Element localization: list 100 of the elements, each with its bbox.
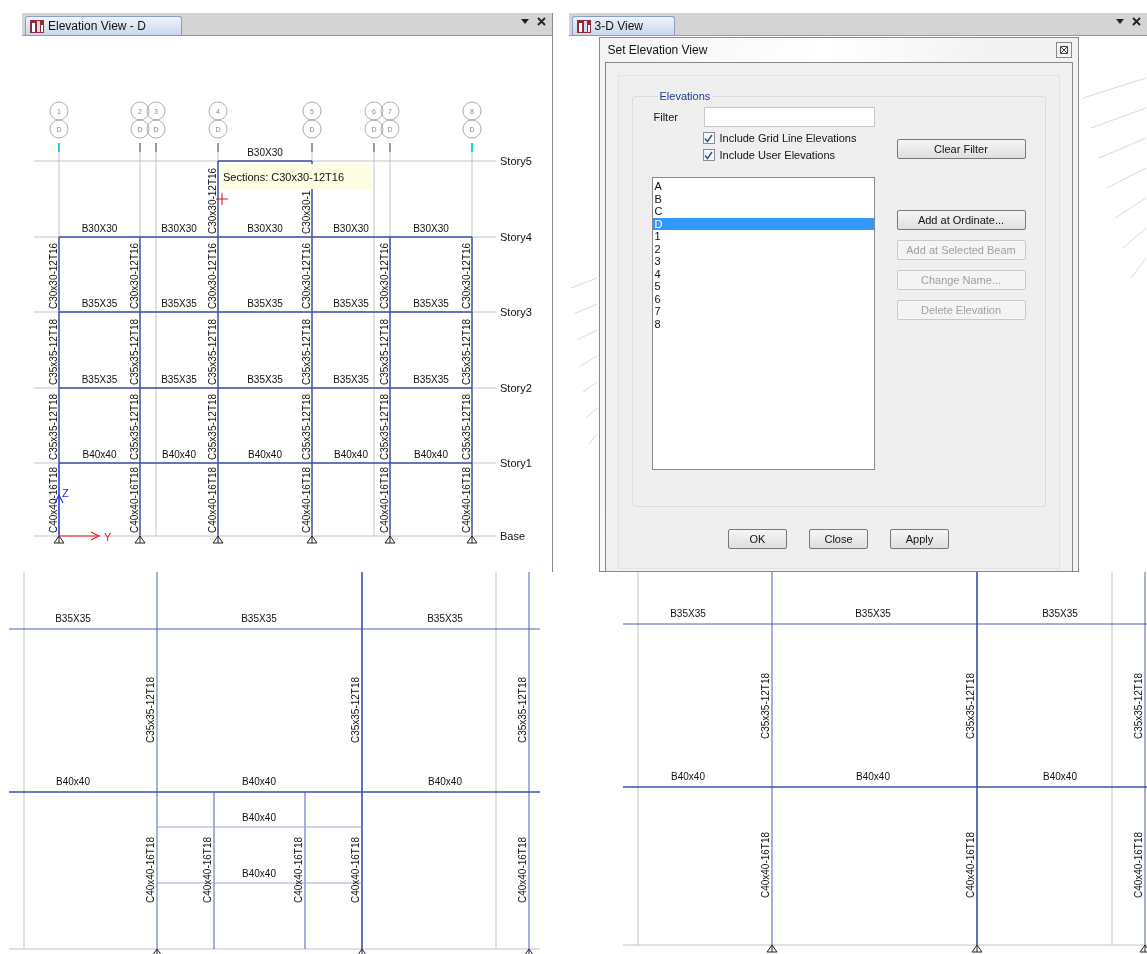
beam-label: B35X35	[670, 608, 706, 619]
list-item[interactable]: 5	[652, 280, 874, 293]
column-label: C35x35-12T18	[301, 318, 312, 385]
beam-label: B35X35	[413, 298, 449, 309]
beam-label: B35X35	[247, 298, 283, 309]
column-label: C35x35-12T18	[379, 318, 390, 385]
beam-label: B35X35	[81, 298, 118, 309]
dialog-button[interactable]: OK	[728, 529, 787, 549]
beam-label: B35X35	[241, 613, 277, 624]
beam-label: B30X30	[247, 223, 283, 234]
close-button[interactable]	[1055, 42, 1072, 58]
dialog-button[interactable]: Close	[809, 529, 868, 549]
beam-label: B35X35	[413, 374, 449, 385]
filter-field[interactable]	[703, 107, 875, 127]
column-label: C30x30-12T16	[207, 242, 218, 309]
list-item[interactable]: 6	[652, 292, 874, 305]
column-label: C30x30-12T16	[48, 242, 59, 309]
building-icon	[576, 19, 591, 33]
close-icon	[1059, 46, 1068, 54]
beam-label: B35X35	[427, 613, 463, 624]
beam-label: B30X30	[413, 223, 449, 234]
building-icon	[30, 19, 44, 33]
story-label: Story2	[500, 382, 532, 394]
close-icon[interactable]	[1132, 17, 1141, 26]
beam-label: B40x40	[242, 776, 276, 787]
dialog-button[interactable]: Apply	[890, 529, 949, 549]
list-item[interactable]: 1	[652, 230, 874, 243]
column-label: C40x40-16T18	[517, 836, 528, 904]
checkbox[interactable]	[702, 149, 715, 161]
column-label: C35x35-12T18	[48, 393, 59, 460]
caret-icon[interactable]	[520, 19, 529, 24]
checkbox-label[interactable]: Include User Elevations	[719, 149, 836, 161]
beam-label: B40x40	[82, 449, 117, 460]
beam-label: B40x40	[242, 812, 276, 823]
column-label: C40x40-16T18	[293, 836, 304, 904]
story-label: Base	[500, 530, 526, 542]
beam-label: B40x40	[671, 771, 705, 782]
column-label: C30x30-12T16	[461, 242, 472, 309]
filter-label: Filter	[652, 111, 679, 123]
column-label: C35x35-12T18	[760, 672, 771, 740]
column-label: C35x35-12T18	[379, 393, 390, 460]
crosshair-icon	[215, 192, 229, 206]
column-label: C35x35-12T18	[145, 676, 156, 744]
column-label: C40x40-16T18	[379, 466, 390, 533]
close-icon[interactable]	[536, 17, 546, 26]
tooltip-text: Sections: C30x30-12T16	[223, 171, 345, 183]
list-item[interactable]: 3	[652, 255, 874, 268]
column-label: C35x35-12T18	[48, 318, 59, 385]
beam-label: B40x40	[334, 449, 368, 460]
column-label: C35x35-12T18	[461, 318, 472, 385]
checkbox[interactable]	[702, 132, 715, 144]
story-label: Story1	[500, 457, 532, 469]
beam-label: B35X35	[55, 613, 91, 624]
column-label: C40x40-16T18	[207, 466, 218, 533]
clear-filter-button[interactable]: Clear Filter	[896, 139, 1026, 159]
beam-label: B35X35	[333, 374, 369, 385]
caret-icon[interactable]	[1116, 19, 1124, 24]
list-item[interactable]: 8	[652, 317, 874, 330]
list-item[interactable]: 7	[652, 305, 874, 318]
list-item[interactable]: C	[652, 205, 874, 218]
column-label: C35x35-12T18	[461, 393, 472, 460]
beam-label: B35X35	[161, 374, 197, 385]
beam-label: B40x40	[248, 449, 282, 460]
column-label: C30x30-12T16	[129, 242, 140, 309]
story-label: Story4	[500, 231, 532, 243]
support-icon	[466, 535, 478, 544]
list-item[interactable]: B	[652, 192, 874, 205]
beam-label: B40x40	[242, 868, 276, 879]
action-button[interactable]: Add at Ordinate...	[896, 210, 1026, 230]
support-icon	[384, 535, 396, 544]
column-label: C35x35-12T18	[517, 676, 528, 744]
story-label: Story5	[500, 155, 532, 167]
beam-label: B40x40	[414, 449, 448, 460]
list-item[interactable]: A	[652, 180, 874, 193]
axis-label: Y	[104, 531, 112, 543]
y-axis-arrow	[58, 531, 101, 541]
support-icon	[971, 944, 983, 953]
support-icon	[53, 535, 65, 544]
column-label: C40x40-16T18	[461, 466, 472, 533]
column-label: C30x30-1	[301, 190, 312, 234]
support-icon	[134, 535, 146, 544]
beam-label: B40x40	[162, 449, 196, 460]
checkbox-label[interactable]: Include Grid Line Elevations	[719, 132, 857, 144]
support-icon	[766, 944, 778, 953]
beam-label: B30X30	[81, 223, 118, 234]
column-label: C35x35-12T18	[207, 318, 218, 385]
list-item[interactable]: 4	[652, 267, 874, 280]
support-icon	[212, 535, 224, 544]
beam-label: B35X35	[81, 374, 118, 385]
support-icon	[306, 535, 318, 544]
column-label: C40x40-16T18	[1133, 831, 1144, 899]
beam-label: B35X35	[855, 608, 891, 619]
list-item[interactable]: 2	[652, 242, 874, 255]
column-label: C35x35-12T18	[129, 393, 140, 460]
column-label: C40x40-16T18	[48, 466, 59, 533]
column-label: C40x40-16T18	[145, 836, 156, 904]
beam-label: B35X35	[161, 298, 197, 309]
elevation-list[interactable]: A B C D 1 2 3 4 5 6 7 8	[651, 177, 875, 470]
story-label: Story3	[500, 306, 532, 318]
column-label: C35x35-12T18	[129, 318, 140, 385]
